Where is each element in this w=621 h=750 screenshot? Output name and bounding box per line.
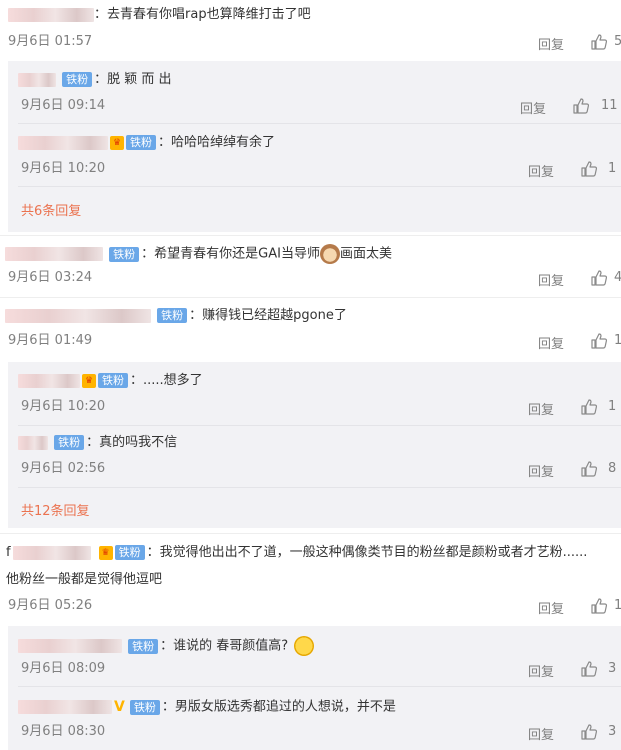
- thumbs-up-icon[interactable]: [580, 160, 598, 182]
- comment-text: 去青春有你唱rap也算降维打击了吧: [107, 7, 311, 22]
- thumbs-up-icon[interactable]: [580, 460, 598, 482]
- comment: 铁粉 ：希望青春有你还是GAI当导师 画面太美 9月6日 03:24 回复 4: [0, 236, 621, 294]
- comment-header: ：去青春有你唱rap也算降维打击了吧: [8, 6, 311, 24]
- like-count: 4: [614, 270, 621, 285]
- reply-button[interactable]: 回复: [528, 461, 554, 480]
- comment: 铁粉 ：赚得钱已经超越pgone了 9月6日 01:49 回复 1: [0, 298, 621, 356]
- fan-badge: 铁粉: [128, 638, 159, 654]
- reply-text: 真的吗我不信: [99, 435, 178, 450]
- comment: ：去青春有你唱rap也算降维打击了吧 9月6日 01:57 回复 5: [0, 0, 621, 58]
- reply-date: 9月6日 02:56: [21, 461, 106, 476]
- fan-badge: 铁粉: [62, 72, 93, 87]
- reply-header: 铁粉 ：脱 颖 而 出: [18, 71, 172, 89]
- blurred-username[interactable]: [18, 700, 112, 714]
- blurred-username[interactable]: [12, 545, 91, 560]
- blurred-username[interactable]: [8, 7, 94, 22]
- fan-badge: 铁粉: [54, 435, 85, 450]
- username-prefix[interactable]: f: [6, 545, 11, 560]
- fan-badge: 铁粉: [157, 308, 188, 323]
- view-more-replies-link[interactable]: 共6条回复: [21, 200, 81, 219]
- comment-date: 9月6日 03:24: [8, 270, 93, 285]
- reply-button[interactable]: 回复: [538, 270, 564, 289]
- like-count: 3: [608, 661, 617, 676]
- cat-emoji: [319, 244, 340, 264]
- reply-header: 铁粉 ：真的吗我不信: [18, 434, 177, 452]
- reply-text: 谁说的 春哥颜值高?: [173, 638, 289, 654]
- comment-text: 希望青春有你还是GAI当导师: [154, 246, 320, 262]
- blurred-username[interactable]: [18, 72, 56, 87]
- like-count: 1: [614, 333, 621, 348]
- reply-button[interactable]: 回复: [538, 598, 564, 617]
- comment-text: 我觉得他出出不了道，一般这种偶像类节目的粉丝都是颜粉或者才艺粉......: [159, 545, 588, 560]
- reply-button[interactable]: 回复: [538, 333, 564, 352]
- reply-text: 脱 颖 而 出: [107, 72, 172, 87]
- thumbs-up-icon[interactable]: [572, 97, 590, 119]
- reply-button[interactable]: 回复: [520, 98, 546, 117]
- reply-text: .....想多了: [143, 373, 203, 388]
- reply-header: ♛ 铁粉 ：.....想多了: [18, 372, 203, 390]
- thumbs-up-icon[interactable]: [590, 597, 608, 619]
- like-count: 1: [614, 598, 621, 613]
- reply-date: 9月6日 08:09: [21, 661, 106, 676]
- fan-badge: 铁粉: [98, 373, 128, 388]
- blurred-username[interactable]: [18, 639, 122, 653]
- comment: f ♛ 铁粉 ：我觉得他出出不了道，一般这种偶像类节目的粉丝都是颜粉或者才艺粉....…: [0, 534, 621, 624]
- reply-text: 哈哈哈绰绰有余了: [171, 135, 276, 150]
- reply-button[interactable]: 回复: [528, 399, 554, 418]
- comment-header: 铁粉 ：希望青春有你还是GAI当导师 画面太美: [5, 244, 392, 264]
- view-more-replies-link[interactable]: 共12条回复: [21, 500, 90, 519]
- crown-icon: ♛: [82, 373, 96, 388]
- thumbs-up-icon[interactable]: [580, 723, 598, 745]
- reply-date: 9月6日 08:30: [21, 724, 106, 739]
- comment-header: 铁粉 ：赚得钱已经超越pgone了: [5, 307, 347, 325]
- reply-button[interactable]: 回复: [528, 161, 554, 180]
- reply-list: 铁粉 ：脱 颖 而 出 9月6日 09:14 回复 11 ♛ 铁粉 ：哈哈哈绰绰有余了…: [8, 61, 621, 232]
- reply-header: 铁粉 ：谁说的 春哥颜值高?: [18, 636, 315, 656]
- reply-list: 铁粉 ：谁说的 春哥颜值高? 9月6日 08:09 回复 3 V 铁粉 ：男版女版选秀…: [8, 626, 621, 750]
- crown-icon: ♛: [98, 545, 113, 560]
- reply-header: V 铁粉 ：男版女版选秀都追过的人想说，并不是: [18, 698, 396, 716]
- comment-date: 9月6日 01:57: [8, 34, 93, 49]
- like-count: 1: [608, 161, 617, 176]
- thumbs-up-icon[interactable]: [590, 332, 608, 354]
- fan-badge: 铁粉: [126, 135, 156, 150]
- reply-date: 9月6日 10:20: [21, 161, 106, 176]
- blurred-username[interactable]: [5, 308, 151, 323]
- sweat-smile-emoji: [294, 636, 315, 656]
- fan-badge: 铁粉: [129, 699, 160, 715]
- blurred-username[interactable]: [18, 435, 48, 450]
- comment-text-line2: 他粉丝一般都是觉得他逗吧: [6, 572, 163, 587]
- fan-badge: 铁粉: [114, 545, 145, 560]
- comment-text-after: 画面太美: [339, 246, 392, 262]
- like-count: 5: [614, 34, 621, 49]
- like-count: 3: [608, 724, 617, 739]
- reply-header: ♛ 铁粉 ：哈哈哈绰绰有余了: [18, 134, 275, 152]
- thumbs-up-icon[interactable]: [590, 33, 608, 55]
- comment-date: 9月6日 05:26: [8, 598, 93, 613]
- comment-text: 赚得钱已经超越pgone了: [202, 308, 347, 323]
- comment-header: f ♛ 铁粉 ：我觉得他出出不了道，一般这种偶像类节目的粉丝都是颜粉或者才艺粉....…: [6, 545, 588, 560]
- blurred-username[interactable]: [5, 247, 103, 261]
- reply-button[interactable]: 回复: [538, 34, 564, 53]
- thumbs-up-icon[interactable]: [580, 660, 598, 682]
- reply-list: ♛ 铁粉 ：.....想多了 9月6日 10:20 回复 1 铁粉 ：真的吗我不信 9…: [8, 362, 621, 528]
- like-count: 11: [601, 98, 618, 113]
- like-count: 1: [608, 399, 617, 414]
- thumbs-up-icon[interactable]: [590, 269, 608, 291]
- like-count: 8: [608, 461, 617, 476]
- reply-text: 男版女版选秀都追过的人想说，并不是: [174, 699, 396, 715]
- blurred-username[interactable]: [18, 373, 80, 388]
- reply-date: 9月6日 09:14: [21, 98, 106, 113]
- blurred-username[interactable]: [18, 135, 108, 150]
- comment-date: 9月6日 01:49: [8, 333, 93, 348]
- reply-button[interactable]: 回复: [528, 724, 554, 743]
- v-icon: V: [114, 699, 125, 715]
- reply-button[interactable]: 回复: [528, 661, 554, 680]
- reply-date: 9月6日 10:20: [21, 399, 106, 414]
- crown-icon: ♛: [110, 135, 124, 150]
- fan-badge: 铁粉: [109, 246, 140, 262]
- thumbs-up-icon[interactable]: [580, 398, 598, 420]
